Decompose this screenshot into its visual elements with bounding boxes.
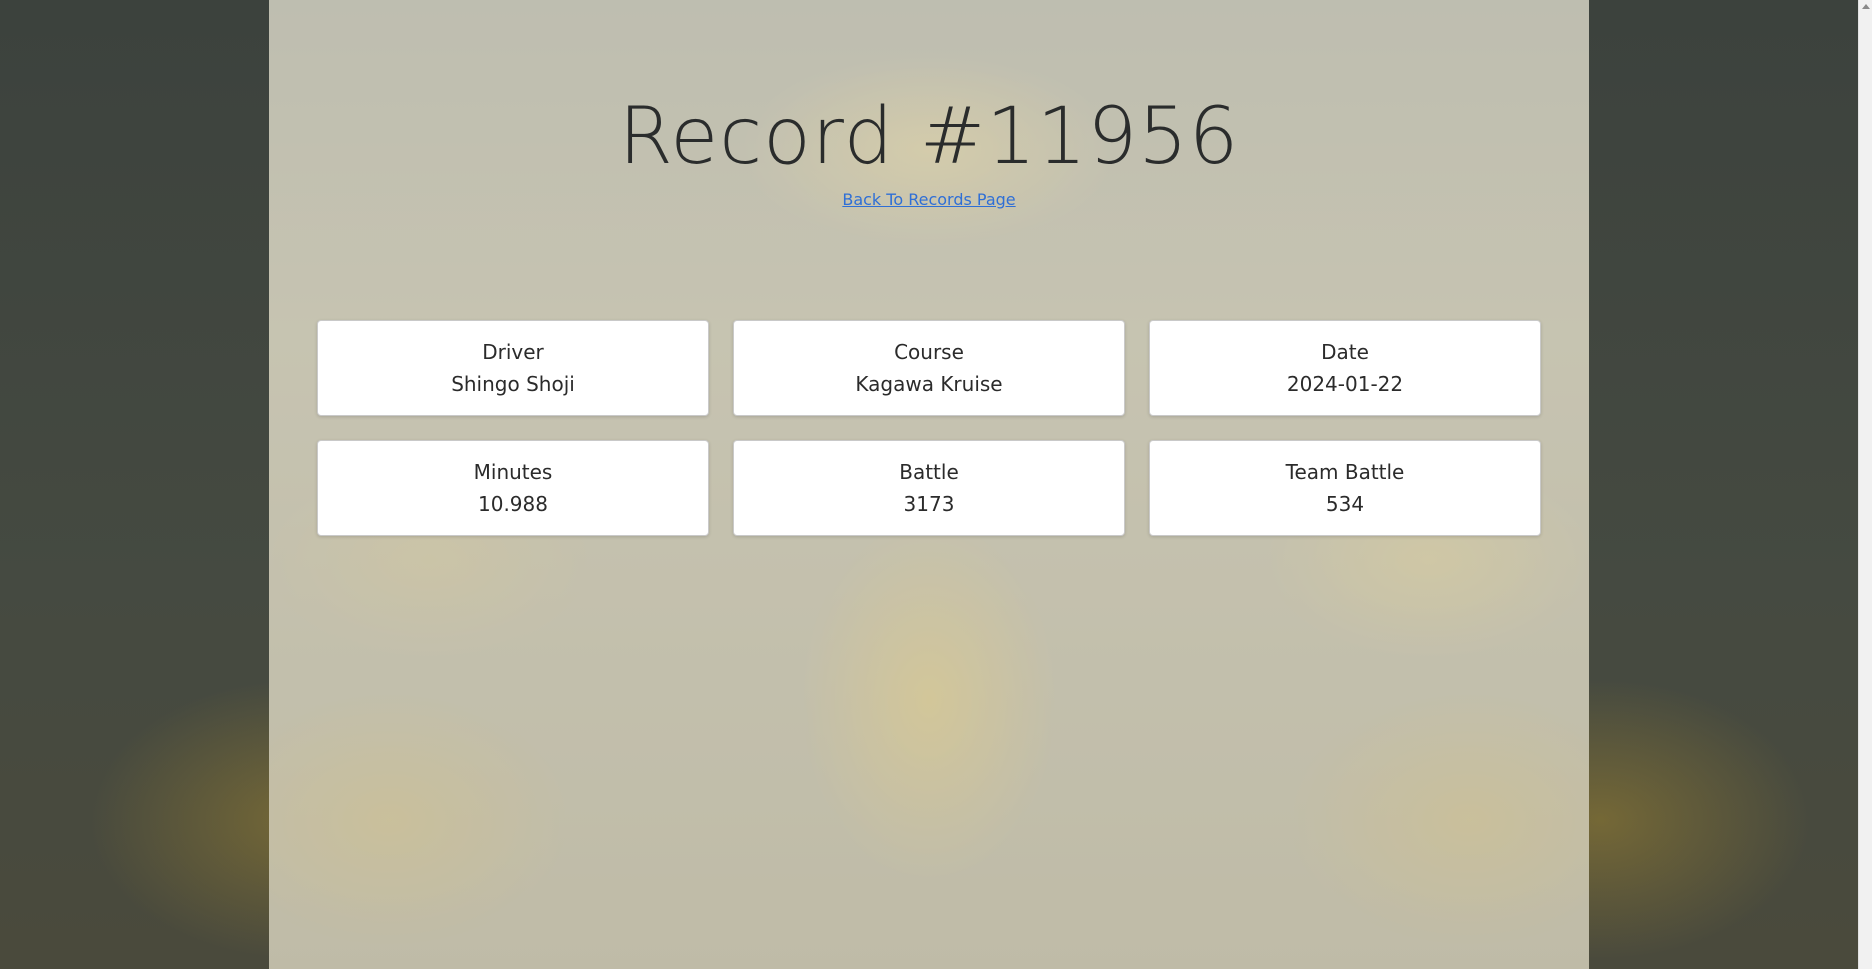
battle-label: Battle bbox=[899, 460, 959, 484]
date-card: Date 2024-01-22 bbox=[1149, 320, 1541, 416]
page-title: Record #11956 bbox=[618, 92, 1240, 182]
record-content: Record #11956 Back To Records Page Drive… bbox=[269, 0, 1589, 536]
team-battle-value: 534 bbox=[1325, 492, 1365, 516]
driver-value: Shingo Shoji bbox=[451, 372, 575, 396]
battle-value: 3173 bbox=[903, 492, 955, 516]
minutes-card: Minutes 10.988 bbox=[317, 440, 709, 536]
course-card: Course Kagawa Kruise bbox=[733, 320, 1125, 416]
minutes-label: Minutes bbox=[473, 460, 553, 484]
date-label: Date bbox=[1321, 340, 1369, 364]
driver-label: Driver bbox=[482, 340, 544, 364]
back-link-container: Back To Records Page bbox=[269, 185, 1589, 215]
vertical-scrollbar[interactable] bbox=[1858, 0, 1872, 969]
record-details-grid: Driver Shingo Shoji Course Kagawa Kruise… bbox=[317, 320, 1541, 536]
minutes-value: 10.988 bbox=[478, 492, 548, 516]
course-label: Course bbox=[894, 340, 964, 364]
driver-card: Driver Shingo Shoji bbox=[317, 320, 709, 416]
back-to-records-link[interactable]: Back To Records Page bbox=[842, 190, 1015, 209]
scroll-up-arrow-icon[interactable] bbox=[1862, 4, 1870, 9]
team-battle-label: Team Battle bbox=[1285, 460, 1405, 484]
course-value: Kagawa Kruise bbox=[855, 372, 1003, 396]
record-page: Record #11956 Back To Records Page Drive… bbox=[269, 0, 1589, 969]
date-value: 2024-01-22 bbox=[1286, 372, 1404, 396]
team-battle-card: Team Battle 534 bbox=[1149, 440, 1541, 536]
battle-card: Battle 3173 bbox=[733, 440, 1125, 536]
